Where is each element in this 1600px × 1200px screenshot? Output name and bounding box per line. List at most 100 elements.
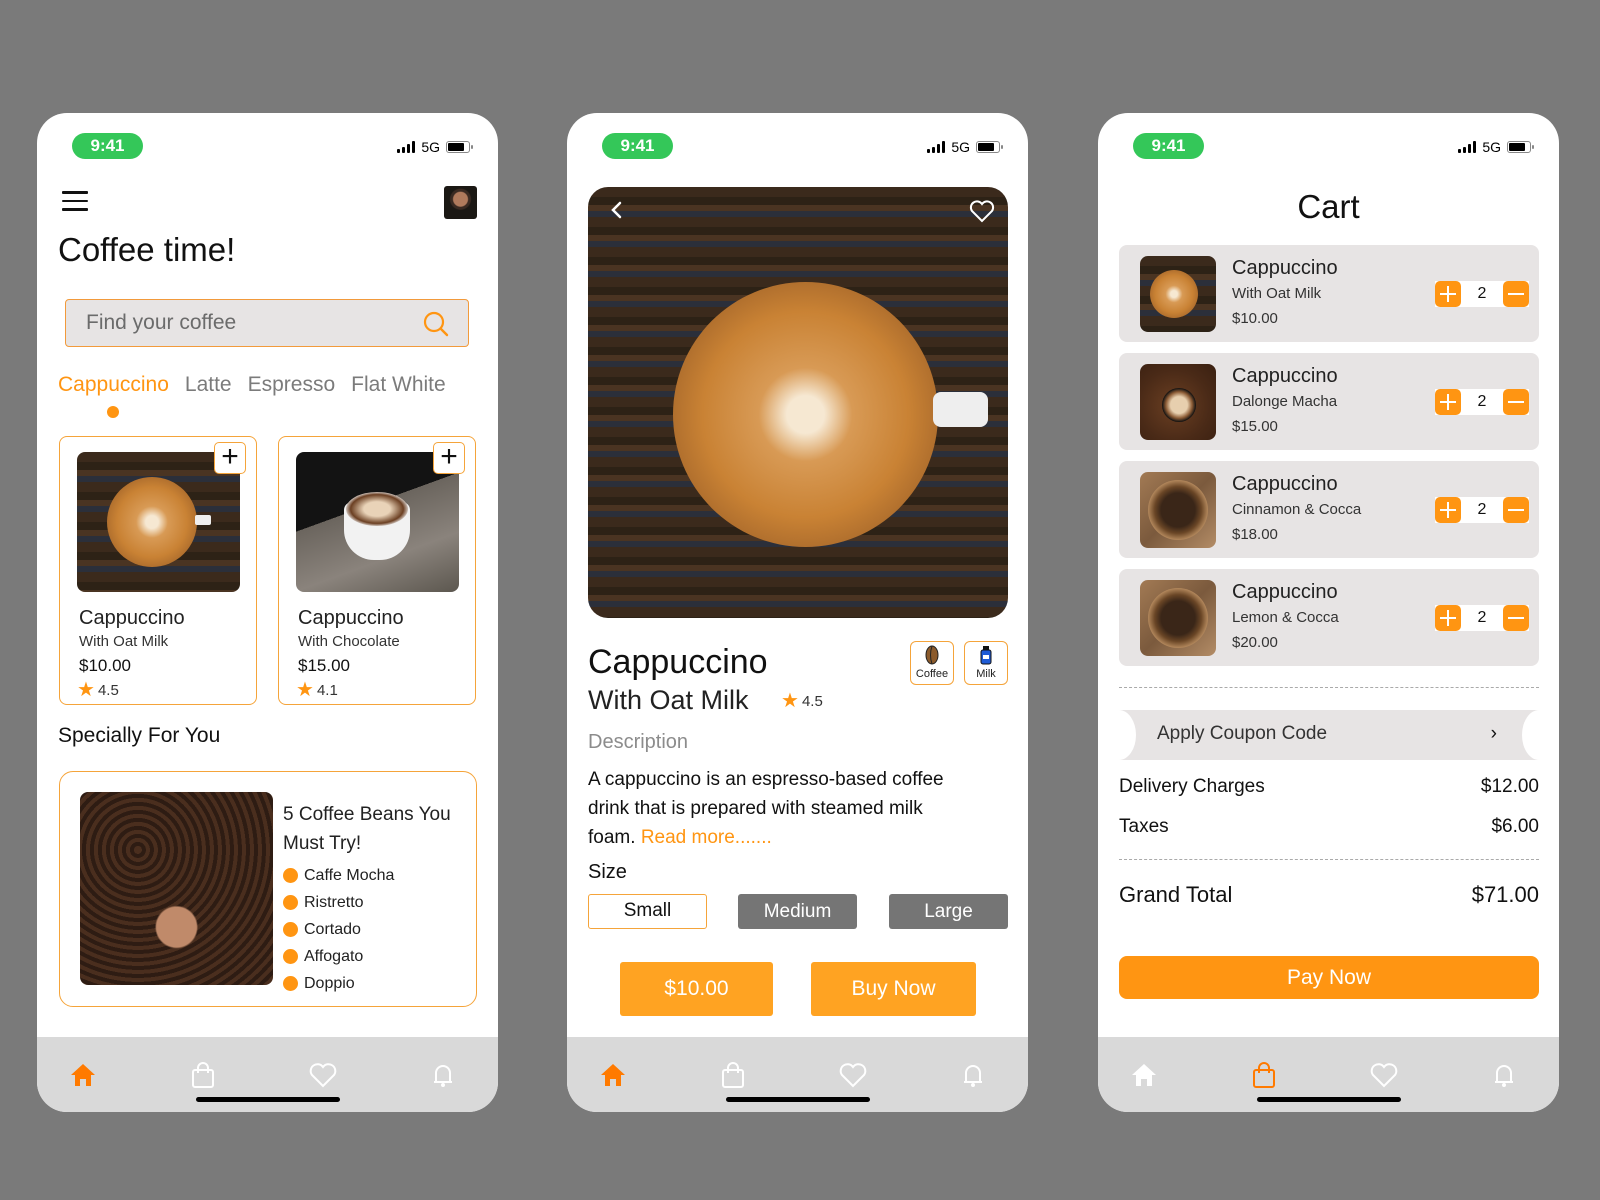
item-name: Cappuccino [1232, 257, 1338, 279]
favorite-icon[interactable] [968, 197, 996, 225]
bell-icon[interactable] [427, 1059, 459, 1091]
delivery-value: $12.00 [1480, 776, 1539, 797]
hero-image [588, 187, 1008, 618]
product-name: Cappuccino [588, 643, 768, 681]
ingredient-label: Milk [976, 668, 996, 680]
bullet-icon [283, 922, 298, 937]
decrement-button[interactable] [1503, 605, 1529, 631]
status-bar: 9:41 5G [602, 133, 1003, 159]
add-to-cart-button[interactable]: + [214, 442, 246, 474]
item-image [1140, 580, 1216, 656]
bell-icon[interactable] [957, 1059, 989, 1091]
network-label: 5G [421, 139, 440, 155]
apply-coupon-button[interactable]: Apply Coupon Code › [1102, 710, 1556, 760]
cart-item: Cappuccino Dalonge Macha $15.00 2 [1119, 353, 1539, 450]
status-indicators: 5G [927, 139, 1003, 155]
heart-icon[interactable] [1368, 1059, 1400, 1091]
quantity-value: 2 [1477, 609, 1487, 626]
status-bar: 9:41 5G [1133, 133, 1534, 159]
item-price: $15.00 [1232, 418, 1278, 435]
special-image [80, 792, 273, 985]
item-name: Cappuccino [1232, 473, 1338, 495]
decrement-button[interactable] [1503, 497, 1529, 523]
home-indicator [1256, 1097, 1401, 1102]
status-time: 9:41 [72, 133, 143, 159]
tab-espresso[interactable]: Espresso [248, 373, 336, 397]
pay-now-button[interactable]: Pay Now [1119, 956, 1539, 999]
item-subtitle: Lemon & Cocca [1232, 609, 1339, 626]
delivery-label: Delivery Charges [1119, 776, 1265, 797]
battery-icon [446, 141, 473, 153]
item-image [1140, 256, 1216, 332]
coffee-bean-icon [911, 645, 953, 668]
cart-item: Cappuccino Lemon & Cocca $20.00 2 [1119, 569, 1539, 666]
size-medium-button[interactable]: Medium [738, 894, 857, 929]
tab-cappuccino[interactable]: Cappuccino [58, 373, 169, 418]
menu-icon[interactable] [62, 191, 88, 211]
size-small-button[interactable]: Small [588, 894, 707, 929]
tab-flat-white[interactable]: Flat White [351, 373, 446, 397]
search-icon[interactable] [422, 310, 450, 338]
battery-icon [976, 141, 1003, 153]
special-card[interactable]: 5 Coffee Beans You Must Try! Caffe Mocha… [59, 771, 477, 1007]
quantity-stepper: 2 [1435, 389, 1529, 415]
taxes-value: $6.00 [1491, 816, 1539, 837]
bag-icon[interactable] [717, 1059, 749, 1091]
decrement-button[interactable] [1503, 281, 1529, 307]
product-card[interactable]: + Cappuccino With Chocolate $15.00 ★ 4.1 [278, 436, 476, 705]
bag-icon[interactable] [187, 1059, 219, 1091]
star-icon: ★ [296, 679, 314, 701]
rating-value: 4.1 [316, 681, 338, 699]
ingredient-milk: Milk [964, 641, 1008, 685]
product-rating: ★ 4.5 [77, 680, 119, 700]
status-indicators: 5G [1458, 139, 1534, 155]
home-icon[interactable] [1128, 1059, 1160, 1091]
decrement-button[interactable] [1503, 389, 1529, 415]
quantity-stepper: 2 [1435, 497, 1529, 523]
increment-button[interactable] [1435, 605, 1461, 631]
bag-icon[interactable] [1248, 1059, 1280, 1091]
tab-latte[interactable]: Latte [185, 373, 232, 397]
product-name: Cappuccino [298, 607, 404, 629]
list-item: Ristretto [283, 889, 394, 916]
back-icon[interactable] [606, 199, 628, 221]
item-subtitle: Dalonge Macha [1232, 393, 1338, 410]
cart-item: Cappuccino With Oat Milk $10.00 2 [1119, 245, 1539, 342]
increment-button[interactable] [1435, 281, 1461, 307]
list-item-label: Cortado [304, 920, 361, 938]
avatar[interactable] [444, 186, 477, 219]
heart-icon[interactable] [307, 1059, 339, 1091]
increment-button[interactable] [1435, 389, 1461, 415]
heart-icon[interactable] [837, 1059, 869, 1091]
size-large-button[interactable]: Large [889, 894, 1008, 929]
quantity-value: 2 [1477, 501, 1487, 518]
price-button[interactable]: $10.00 [620, 962, 773, 1016]
coupon-label: Apply Coupon Code [1157, 723, 1328, 744]
search-input[interactable] [86, 310, 406, 336]
signal-icon [927, 141, 946, 153]
delivery-row: Delivery Charges $12.00 [1119, 776, 1539, 798]
list-item: Affogato [283, 943, 394, 970]
search-box[interactable] [65, 299, 469, 347]
read-more-link[interactable]: Read more....... [641, 827, 772, 848]
product-card[interactable]: + Cappuccino With Oat Milk $10.00 ★ 4.5 [59, 436, 257, 705]
increment-button[interactable] [1435, 497, 1461, 523]
taxes-row: Taxes $6.00 [1119, 816, 1539, 838]
item-price: $10.00 [1232, 310, 1278, 327]
special-title: 5 Coffee Beans You Must Try! [283, 804, 451, 854]
signal-icon [397, 141, 416, 153]
add-to-cart-button[interactable]: + [433, 442, 465, 474]
buy-now-button[interactable]: Buy Now [811, 962, 976, 1016]
star-icon: ★ [781, 690, 799, 712]
category-tabs: Cappuccino Latte Espresso Flat White [58, 373, 446, 418]
product-subtitle: With Oat Milk [588, 685, 749, 715]
home-icon[interactable] [67, 1059, 99, 1091]
home-icon[interactable] [597, 1059, 629, 1091]
product-subtitle: With Chocolate [298, 633, 400, 650]
quantity-value: 2 [1477, 393, 1487, 410]
status-time: 9:41 [1133, 133, 1204, 159]
bell-icon[interactable] [1488, 1059, 1520, 1091]
star-icon: ★ [77, 679, 95, 701]
status-time: 9:41 [602, 133, 673, 159]
product-rating: ★ 4.5 [781, 691, 823, 711]
